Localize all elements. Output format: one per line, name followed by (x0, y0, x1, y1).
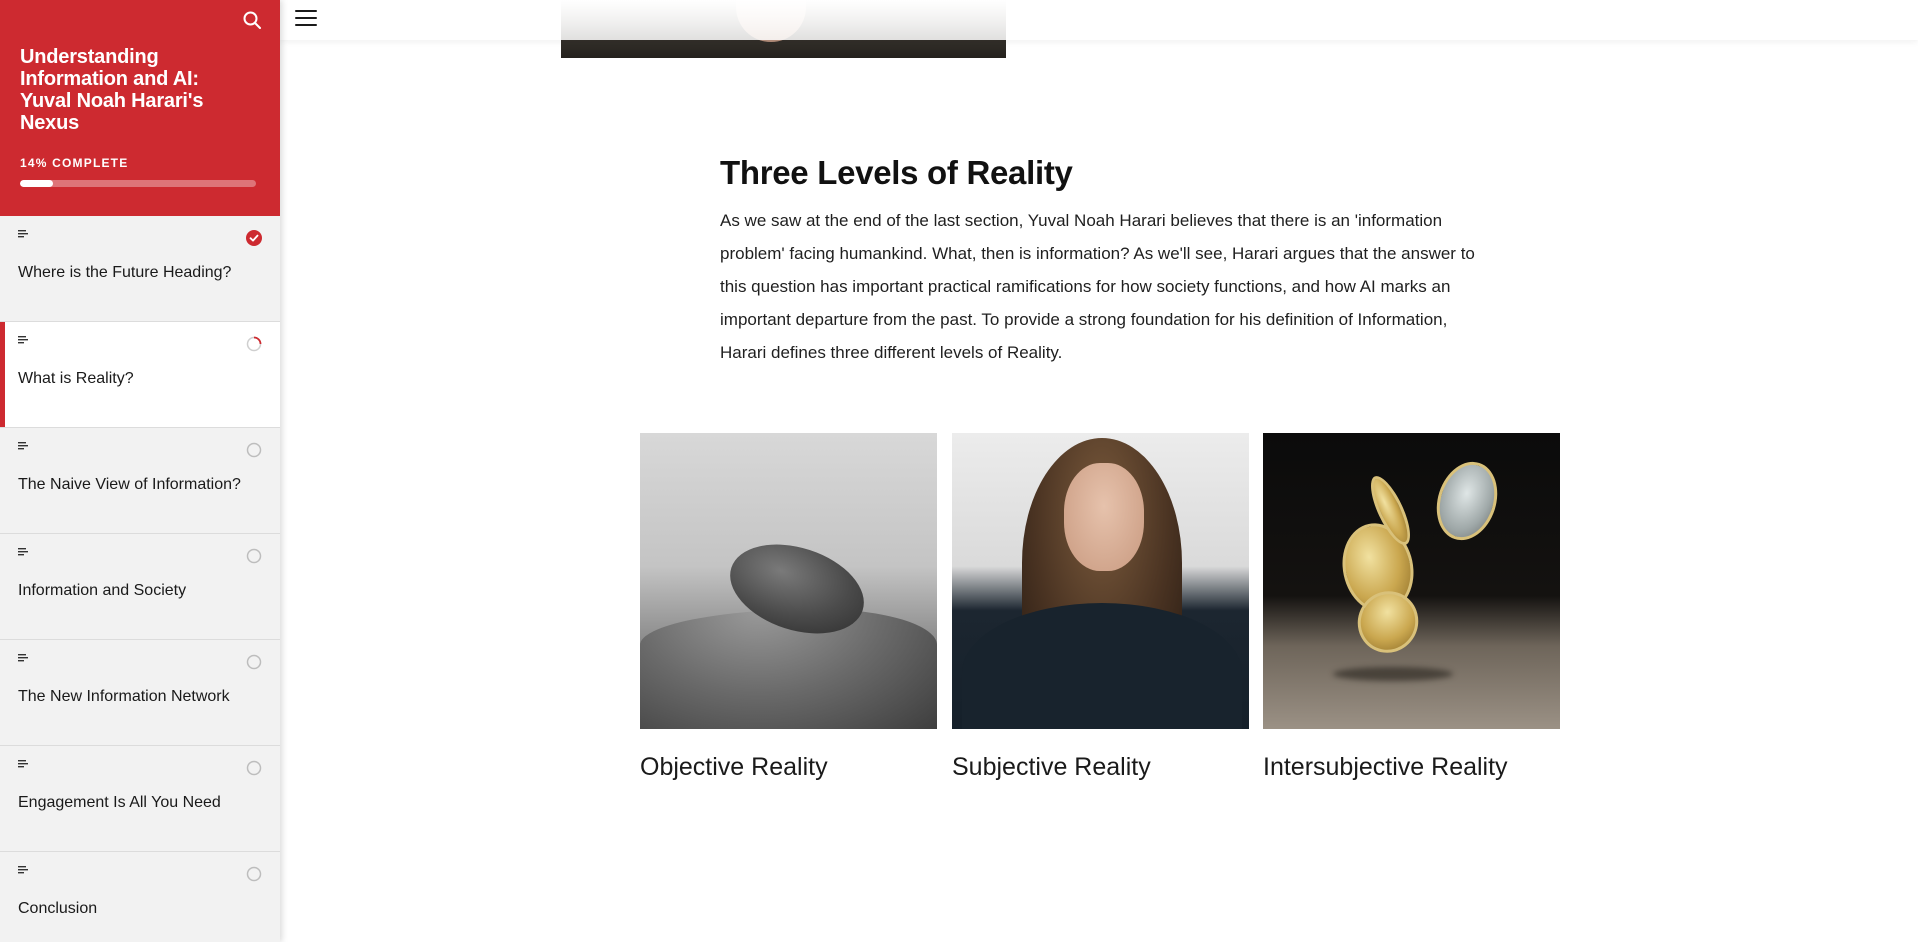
not-started-circle-icon (246, 866, 262, 882)
card-subjective-reality: Subjective Reality (952, 433, 1249, 782)
course-title: Understanding Information and AI: Yuval … (20, 46, 204, 134)
lesson-list: Where is the Future Heading? What is Rea… (0, 216, 280, 942)
card-objective-reality: Objective Reality (640, 433, 937, 782)
lesson-title: Conclusion (18, 900, 98, 917)
text-lesson-icon (18, 866, 28, 874)
lesson-item-the-new-information-network[interactable]: The New Information Network (0, 640, 280, 746)
text-lesson-icon (18, 230, 28, 238)
lesson-title: Engagement Is All You Need (18, 794, 221, 811)
not-started-circle-icon (246, 442, 262, 458)
progress-bar-fill (20, 180, 54, 187)
top-bar (280, 0, 1918, 40)
sidebar-header: Understanding Information and AI: Yuval … (0, 0, 280, 216)
not-started-circle-icon (246, 760, 262, 776)
lesson-item-information-and-society[interactable]: Information and Society (0, 534, 280, 640)
card-intersubjective-reality: Intersubjective Reality (1263, 433, 1560, 782)
lesson-item-engagement-is-all-you-need[interactable]: Engagement Is All You Need (0, 746, 280, 852)
falling-coins-photo (1263, 433, 1560, 729)
card-label: Objective Reality (640, 753, 828, 781)
text-lesson-icon (18, 336, 28, 344)
lesson-title: The Naive View of Information? (18, 476, 241, 493)
hamburger-menu-icon[interactable] (295, 10, 317, 28)
lesson-item-what-is-reality[interactable]: What is Reality? (0, 322, 280, 428)
in-progress-icon (246, 336, 262, 352)
laughing-woman-photo (952, 433, 1249, 729)
search-icon[interactable] (242, 10, 262, 30)
card-label: Subjective Reality (952, 753, 1151, 781)
lesson-item-conclusion[interactable]: Conclusion (0, 852, 280, 942)
section-body-text: As we saw at the end of the last section… (720, 211, 1475, 362)
completed-check-icon (246, 230, 262, 246)
section-heading: Three Levels of Reality (720, 154, 1073, 191)
progress-bar (20, 180, 256, 187)
lesson-item-the-naive-view-of-information[interactable]: The Naive View of Information? (0, 428, 280, 534)
stone-on-sand-photo (640, 433, 937, 729)
text-lesson-icon (18, 654, 28, 662)
lesson-item-where-is-the-future-heading[interactable]: Where is the Future Heading? (0, 216, 280, 322)
text-lesson-icon (18, 760, 28, 768)
lesson-title: Where is the Future Heading? (18, 264, 232, 281)
lesson-title: Information and Society (18, 582, 187, 599)
text-lesson-icon (18, 442, 28, 450)
course-sidebar: Understanding Information and AI: Yuval … (0, 0, 280, 942)
progress-label: 14% COMPLETE (20, 156, 129, 170)
lesson-title: The New Information Network (18, 688, 230, 705)
not-started-circle-icon (246, 548, 262, 564)
text-lesson-icon (18, 548, 28, 556)
lesson-title: What is Reality? (18, 370, 134, 387)
card-label: Intersubjective Reality (1263, 753, 1508, 781)
not-started-circle-icon (246, 654, 262, 670)
